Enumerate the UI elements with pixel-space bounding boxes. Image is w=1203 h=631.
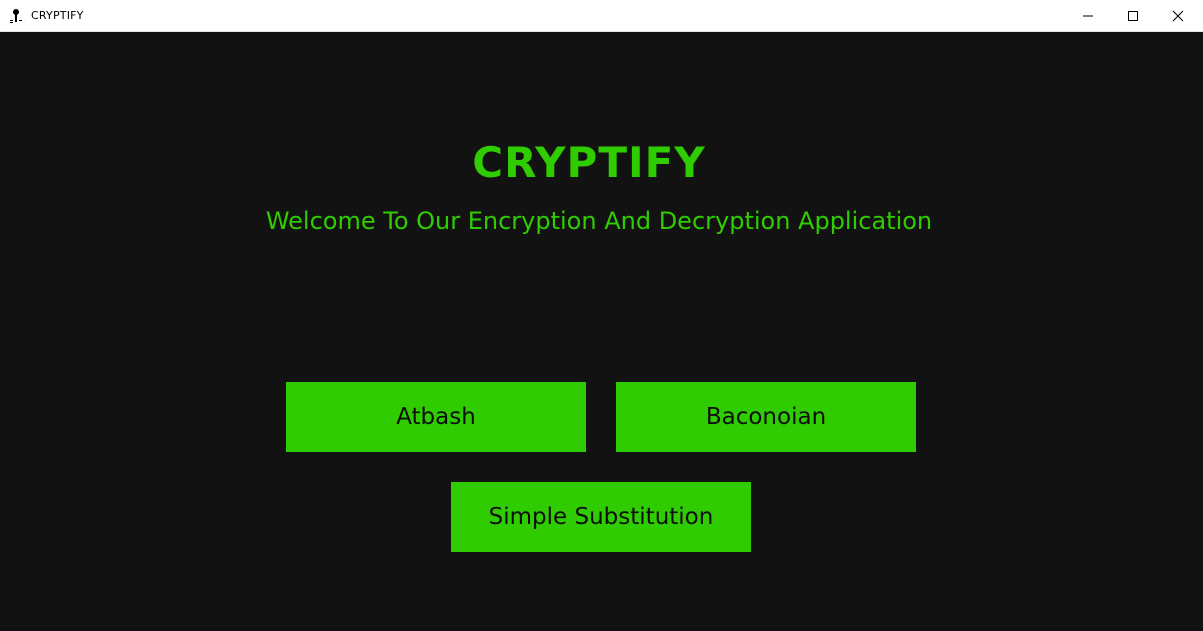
- app-title: CRYPTIFY: [472, 138, 706, 187]
- baconian-button[interactable]: Baconoian: [616, 382, 916, 452]
- main-content: CRYPTIFY Welcome To Our Encryption And D…: [0, 32, 1203, 631]
- minimize-button[interactable]: [1065, 0, 1111, 32]
- close-button[interactable]: [1155, 0, 1201, 32]
- maximize-button[interactable]: [1110, 0, 1156, 32]
- window-title: CRYPTIFY: [31, 9, 84, 22]
- simple-substitution-button[interactable]: Simple Substitution: [451, 482, 751, 552]
- close-icon: [1172, 7, 1184, 26]
- keyhole-icon: [9, 8, 23, 24]
- title-bar[interactable]: CRYPTIFY: [0, 0, 1203, 32]
- atbash-button[interactable]: Atbash: [286, 382, 586, 452]
- maximize-icon: [1127, 7, 1139, 26]
- minimize-icon: [1082, 7, 1094, 26]
- welcome-subtitle: Welcome To Our Encryption And Decryption…: [265, 207, 933, 235]
- app-window: CRYPTIFY CRYPTIFY Welcome To Our Encrypt…: [0, 0, 1203, 631]
